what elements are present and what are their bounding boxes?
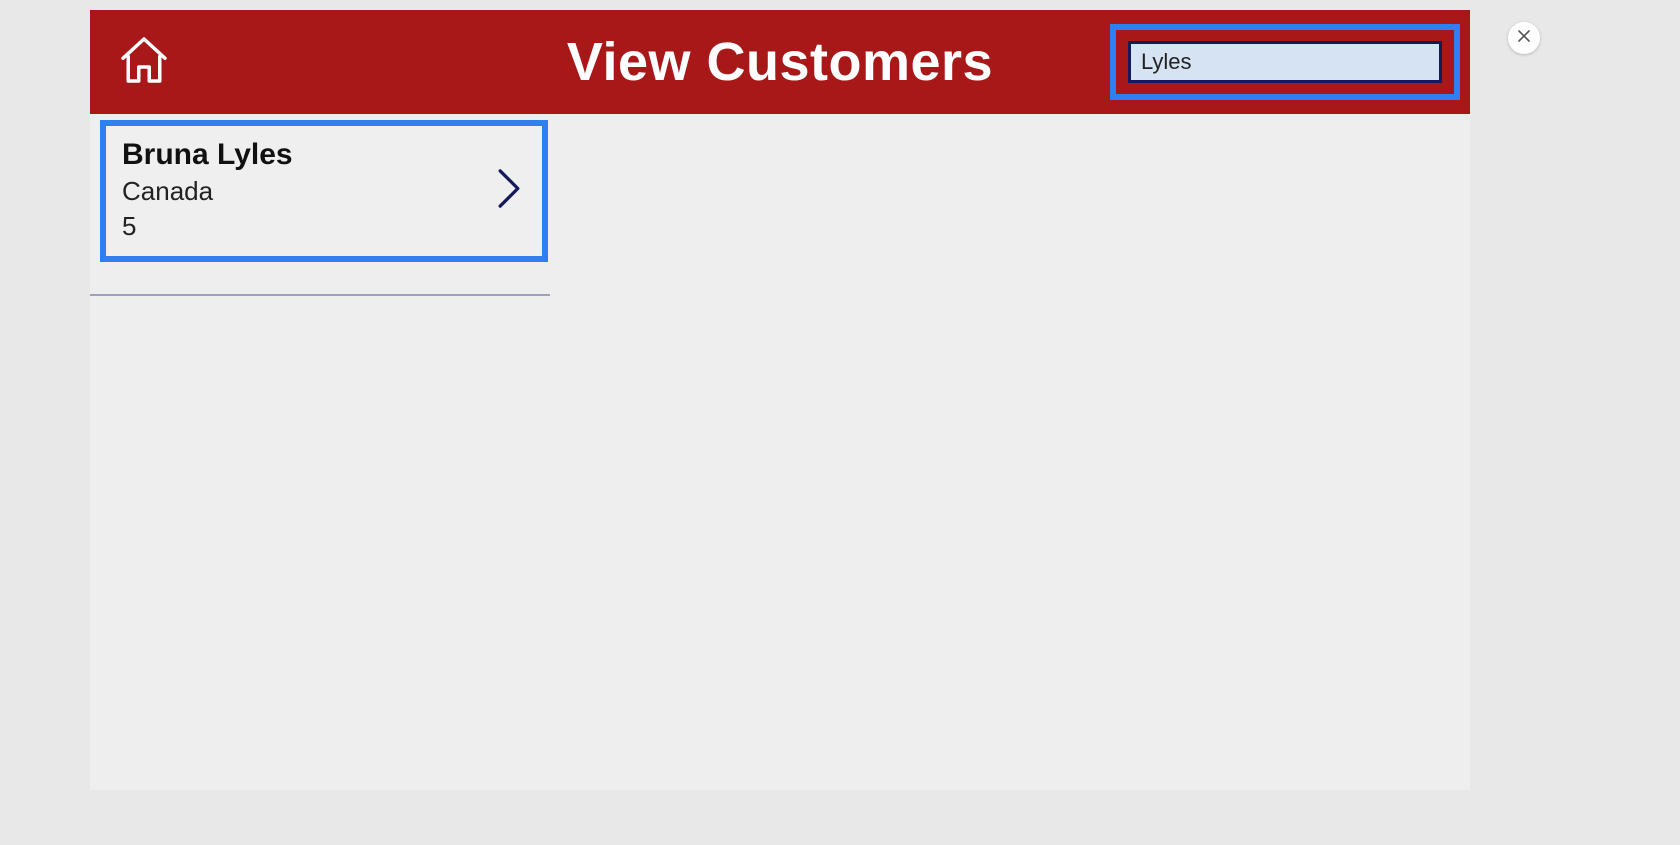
search-highlight-frame	[1110, 24, 1460, 100]
search-input[interactable]	[1128, 41, 1442, 83]
customer-card[interactable]: Bruna Lyles Canada 5	[100, 120, 548, 262]
close-icon	[1517, 29, 1531, 48]
customer-country: Canada	[122, 176, 526, 207]
results-area: Bruna Lyles Canada 5	[90, 114, 1470, 296]
customer-id: 5	[122, 211, 526, 242]
chevron-right-icon	[494, 167, 524, 216]
result-divider	[90, 294, 550, 296]
customer-name: Bruna Lyles	[122, 138, 526, 172]
header-bar: View Customers	[90, 10, 1470, 114]
app-window: View Customers Bruna Lyles Canada 5	[90, 10, 1470, 790]
home-button[interactable]	[114, 32, 174, 92]
home-icon	[116, 32, 172, 93]
close-button[interactable]	[1508, 22, 1540, 54]
